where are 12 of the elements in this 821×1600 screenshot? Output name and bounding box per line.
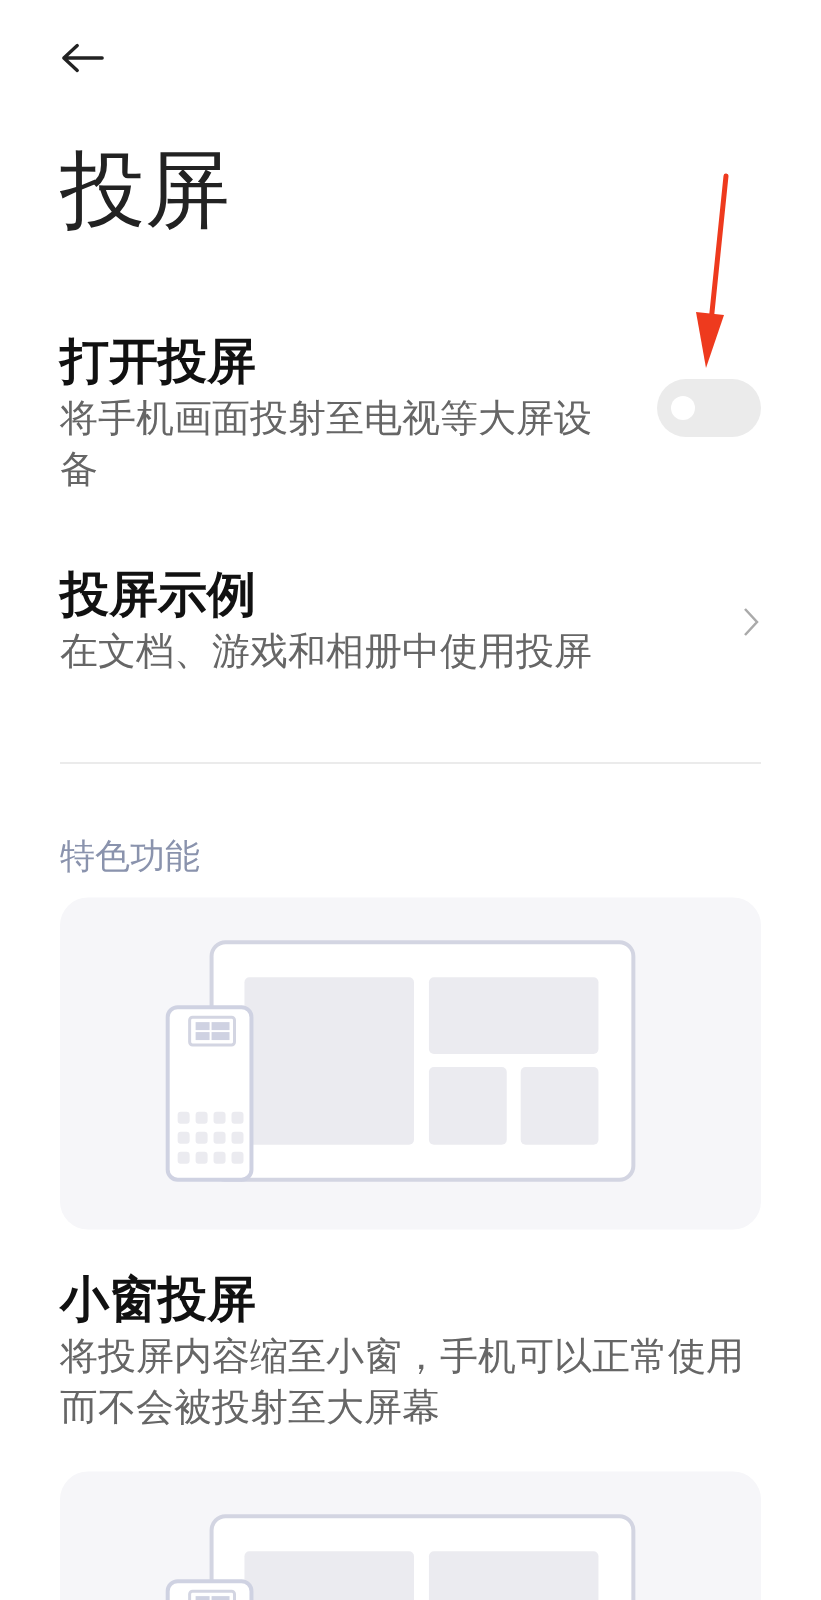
setting-title: 打开投屏 — [60, 334, 257, 390]
settings-row[interactable]: 投屏示例 在文档、游戏和相册中使用投屏 — [60, 567, 761, 677]
feature-description: 将投屏内容缩至小窗，手机可以正常使用而不会被投射至大屏幕 — [60, 1333, 745, 1431]
setting-description: 将手机画面投射至电视等大屏设备 — [60, 395, 593, 493]
section-header: 特色功能 — [60, 836, 201, 876]
back-arrow-icon — [60, 43, 106, 73]
setting-title: 投屏示例 — [60, 567, 257, 623]
chevron-right-icon — [743, 607, 759, 637]
feature-title: 小窗投屏 — [60, 1272, 257, 1328]
settings-row[interactable]: 打开投屏 将手机画面投射至电视等大屏设备 — [60, 334, 761, 495]
page-title: 投屏 — [60, 140, 231, 240]
setting-description: 在文档、游戏和相册中使用投屏 — [60, 628, 593, 675]
